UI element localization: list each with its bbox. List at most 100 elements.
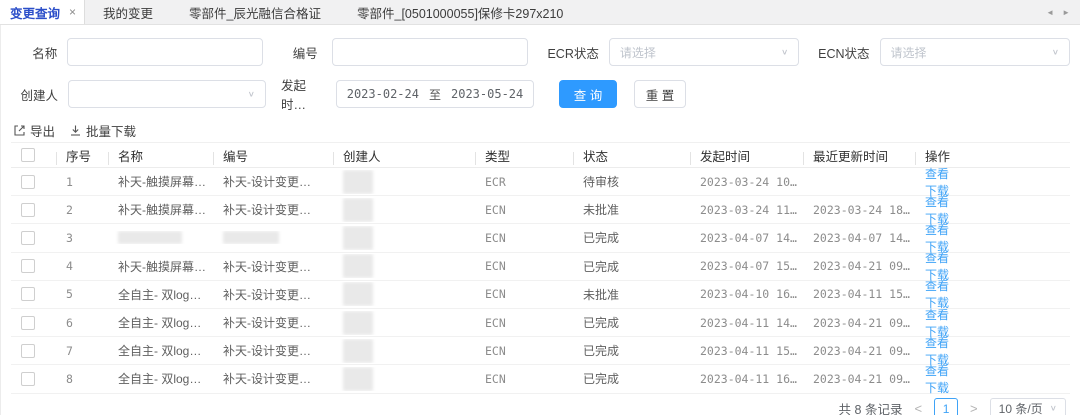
- cell-status: 未批准: [573, 286, 690, 303]
- select-placeholder: 请选择: [891, 44, 927, 61]
- ecn-status-select[interactable]: 请选择 ∨: [880, 38, 1070, 66]
- cell-actions: 查看下载: [915, 362, 1070, 396]
- ecr-status-select[interactable]: 请选择 ∨: [609, 38, 799, 66]
- prev-page-icon[interactable]: <: [912, 401, 924, 415]
- tab-label: 我的变更: [103, 3, 153, 22]
- chevron-down-icon: ∨: [248, 90, 255, 99]
- chevron-down-icon: ∨: [1050, 404, 1057, 413]
- close-icon[interactable]: ×: [69, 5, 76, 19]
- cell-creator: [333, 170, 475, 194]
- row-checkbox[interactable]: [21, 316, 35, 330]
- date-range-input[interactable]: 2023-02-24 至 2023-05-24: [336, 80, 534, 108]
- cell-name: 全自主- 双log…: [108, 342, 213, 359]
- row-checkbox-cell: [11, 316, 56, 330]
- scroll-left-icon[interactable]: ◄: [1046, 8, 1054, 17]
- cell-seq: 8: [56, 372, 108, 386]
- select-all-checkbox[interactable]: [21, 148, 35, 162]
- cell-code: 补天-设计变更…: [213, 370, 333, 387]
- cell-status: 已完成: [573, 314, 690, 331]
- cell-status: 已完成: [573, 229, 690, 246]
- table-toolbar: 导出 批量下载: [1, 118, 1080, 142]
- reset-button[interactable]: 重 置: [634, 80, 686, 108]
- search-button[interactable]: 查 询: [559, 80, 617, 108]
- page-number[interactable]: 1: [934, 398, 958, 415]
- tab-label: 变更查询: [10, 3, 60, 22]
- tab-bar: 变更查询 × 我的变更 零部件_辰光融信合格证 零部件_[0501000055]…: [0, 0, 1080, 25]
- pagination: 共 8 条记录 < 1 > 10 条/页 ∨: [1, 394, 1080, 415]
- redacted-creator: [343, 198, 373, 222]
- header-actions: 操作: [915, 146, 1070, 165]
- cell-seq: 7: [56, 344, 108, 358]
- cell-update-time: 2023-03-24 18…: [803, 203, 915, 217]
- view-link[interactable]: 查看: [925, 221, 1056, 238]
- cell-creator: [333, 311, 475, 335]
- cell-start-time: 2023-04-07 15…: [690, 259, 803, 273]
- row-checkbox[interactable]: [21, 287, 35, 301]
- next-page-icon[interactable]: >: [968, 401, 980, 415]
- cell-creator: [333, 339, 475, 363]
- cell-name: 全自主- 双log…: [108, 314, 213, 331]
- view-link[interactable]: 查看: [925, 277, 1056, 294]
- tab-label: 零部件_辰光融信合格证: [189, 3, 321, 22]
- view-link[interactable]: 查看: [925, 165, 1056, 182]
- export-button[interactable]: 导出: [13, 121, 55, 140]
- download-link[interactable]: 下载: [925, 379, 1056, 396]
- cell-start-time: 2023-04-10 16…: [690, 287, 803, 301]
- cell-start-time: 2023-04-07 14…: [690, 231, 803, 245]
- header-seq: 序号: [56, 146, 108, 165]
- cell-code: 补天-设计变更…: [213, 286, 333, 303]
- cell-update-time: 2023-04-21 09…: [803, 372, 915, 386]
- content-panel: 名称 编号 ECR状态 请选择 ∨ ECN状态 请选择 ∨ 创建人 ∨ 发起时…: [0, 25, 1080, 415]
- row-checkbox[interactable]: [21, 203, 35, 217]
- creator-label: 创建人: [11, 85, 58, 104]
- row-checkbox-cell: [11, 287, 56, 301]
- table-row: 3ECN已完成2023-04-07 14…2023-04-07 14…查看下载: [11, 224, 1070, 252]
- tab-part-warranty-card[interactable]: 零部件_[0501000055]保修卡297x210: [339, 0, 581, 24]
- tab-part-certificate[interactable]: 零部件_辰光融信合格证: [171, 0, 339, 24]
- name-input[interactable]: [67, 38, 262, 66]
- name-label: 名称: [11, 43, 57, 62]
- cell-type: ECR: [475, 175, 573, 189]
- cell-start-time: 2023-03-24 11…: [690, 203, 803, 217]
- redacted-creator: [343, 367, 373, 391]
- tab-my-changes[interactable]: 我的变更: [85, 0, 171, 24]
- filter-panel: 名称 编号 ECR状态 请选择 ∨ ECN状态 请选择 ∨ 创建人 ∨ 发起时…: [1, 25, 1080, 118]
- cell-seq: 2: [56, 203, 108, 217]
- export-icon: [13, 124, 26, 137]
- page-size-select[interactable]: 10 条/页 ∨: [990, 398, 1066, 415]
- batch-download-button[interactable]: 批量下载: [69, 121, 136, 140]
- cell-creator: [333, 198, 475, 222]
- row-checkbox[interactable]: [21, 259, 35, 273]
- table-header: 序号 名称 编号 创建人 类型 状态 发起时间 最近更新时间 操作: [11, 142, 1070, 168]
- row-checkbox[interactable]: [21, 175, 35, 189]
- view-link[interactable]: 查看: [925, 362, 1056, 379]
- row-checkbox-cell: [11, 231, 56, 245]
- start-time-label: 发起时…: [281, 75, 327, 113]
- cell-code: 补天-设计变更…: [213, 201, 333, 218]
- tab-change-query[interactable]: 变更查询 ×: [0, 0, 85, 24]
- redacted-creator: [343, 339, 373, 363]
- row-checkbox[interactable]: [21, 372, 35, 386]
- cell-seq: 5: [56, 287, 108, 301]
- view-link[interactable]: 查看: [925, 334, 1056, 351]
- view-link[interactable]: 查看: [925, 306, 1056, 323]
- total-records: 共 8 条记录: [839, 399, 903, 415]
- cell-update-time: 2023-04-21 09…: [803, 344, 915, 358]
- row-checkbox[interactable]: [21, 344, 35, 358]
- cell-status: 已完成: [573, 370, 690, 387]
- cell-name: 全自主- 双log…: [108, 370, 213, 387]
- redacted-creator: [343, 311, 373, 335]
- cell-type: ECN: [475, 259, 573, 273]
- cell-status: 待审核: [573, 173, 690, 190]
- cell-type: ECN: [475, 287, 573, 301]
- ecn-status-label: ECN状态: [815, 43, 869, 62]
- row-checkbox[interactable]: [21, 231, 35, 245]
- cell-name: 全自主- 双log…: [108, 286, 213, 303]
- scroll-right-icon[interactable]: ►: [1062, 8, 1070, 17]
- code-input[interactable]: [332, 38, 527, 66]
- view-link[interactable]: 查看: [925, 193, 1056, 210]
- header-status: 状态: [573, 146, 690, 165]
- header-update-time: 最近更新时间: [803, 146, 915, 165]
- view-link[interactable]: 查看: [925, 249, 1056, 266]
- creator-select[interactable]: ∨: [68, 80, 266, 108]
